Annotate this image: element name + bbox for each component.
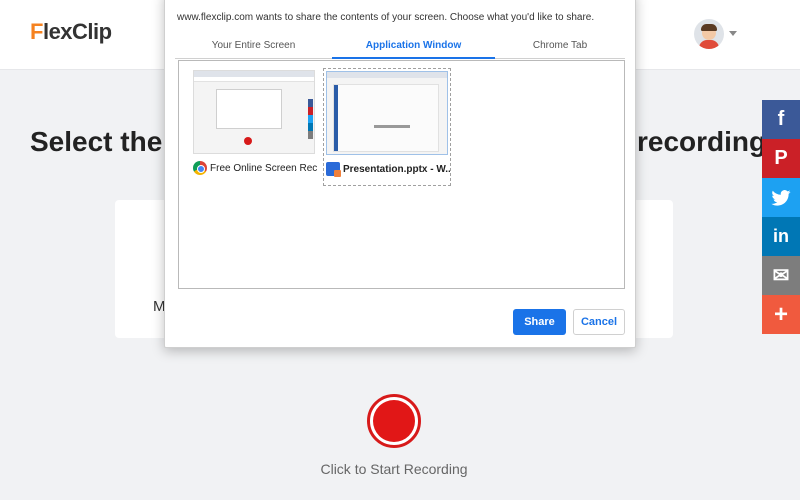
chevron-down-icon[interactable]: [729, 31, 737, 36]
window-caption: Free Online Screen Reco...: [193, 160, 317, 176]
tab-application-window[interactable]: Application Window: [332, 33, 495, 59]
thumb-slide-text: [374, 125, 410, 128]
start-recording-button[interactable]: [367, 394, 421, 448]
window-thumbnail: [326, 71, 448, 155]
twitter-icon[interactable]: [762, 178, 800, 217]
record-dot-icon: [373, 400, 415, 442]
linkedin-icon[interactable]: in: [762, 217, 800, 256]
thumb-record-dot: [244, 137, 252, 145]
user-avatar[interactable]: [694, 19, 724, 49]
page-title-left: Select the a: [30, 126, 186, 157]
window-title: Free Online Screen Reco...: [210, 162, 317, 174]
thumb-social-bar: [308, 99, 313, 139]
email-icon[interactable]: ✉: [762, 256, 800, 295]
record-label: Click to Start Recording: [320, 461, 468, 477]
cancel-button[interactable]: Cancel: [573, 309, 625, 335]
page-title-right: recording: [637, 126, 767, 157]
pinterest-icon[interactable]: P: [762, 139, 800, 178]
window-option-presentation[interactable]: Presentation.pptx - W...: [323, 68, 451, 186]
logo-prefix: F: [30, 19, 43, 44]
logo-text: lexClip: [42, 19, 112, 44]
share-button[interactable]: Share: [513, 309, 566, 335]
avatar-body: [699, 40, 719, 49]
thumb-toolbar: [194, 77, 314, 82]
window-list: Free Online Screen Reco... Presentation.…: [178, 60, 625, 289]
plus-icon[interactable]: +: [762, 295, 800, 334]
window-option-chrome[interactable]: Free Online Screen Reco...: [191, 68, 319, 186]
thumb-slide: [333, 84, 439, 152]
wps-presentation-icon: [326, 162, 341, 177]
window-thumbnail: [193, 70, 315, 154]
thumb-titlebar: [327, 72, 447, 78]
dialog-message: www.flexclip.com wants to share the cont…: [177, 12, 595, 23]
tab-chrome-tab[interactable]: Chrome Tab: [495, 33, 625, 59]
twitter-bird-shape: [771, 189, 791, 206]
chrome-icon: [193, 161, 207, 175]
tab-entire-screen[interactable]: Your Entire Screen: [175, 33, 332, 59]
share-tabs: Your Entire Screen Application Window Ch…: [175, 33, 625, 59]
social-share-bar: f P in ✉ +: [762, 100, 800, 334]
window-title: Presentation.pptx - W...: [343, 163, 450, 175]
screen-share-dialog: www.flexclip.com wants to share the cont…: [164, 0, 636, 348]
facebook-icon[interactable]: f: [762, 100, 800, 139]
avatar-hair: [701, 24, 717, 31]
thumb-dialog: [216, 89, 282, 129]
thumb-slide-accent: [334, 85, 338, 151]
flexclip-logo[interactable]: FlexClip: [30, 19, 112, 45]
window-caption: Presentation.pptx - W...: [326, 161, 450, 177]
